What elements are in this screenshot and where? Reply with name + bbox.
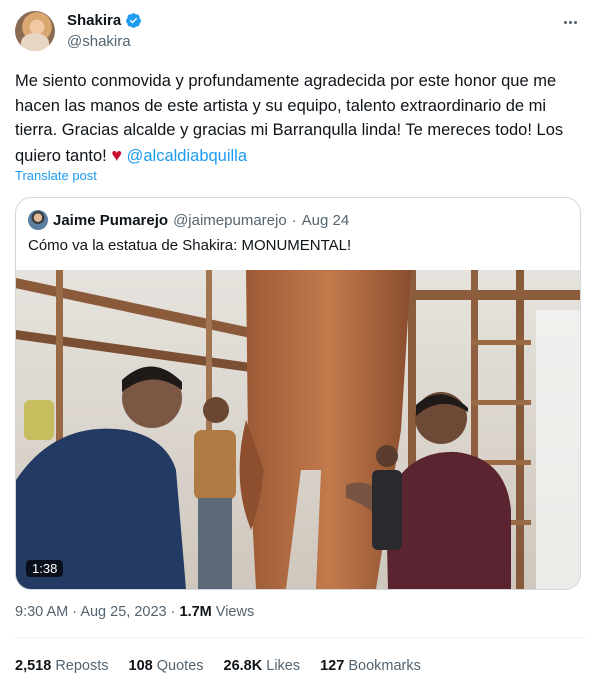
quotes-stat[interactable]: 108 Quotes [129, 658, 204, 674]
quotes-label: Quotes [156, 658, 204, 674]
author-name-row: Shakira [67, 12, 142, 29]
tweet-meta: 9:30 AM · Aug 25, 2023 · 1.7M Views [15, 604, 254, 620]
video-duration-badge: 1:38 [26, 560, 64, 577]
quotes-count: 108 [128, 658, 153, 674]
bookmarks-count: 127 [320, 658, 345, 674]
author-avatar[interactable] [15, 11, 55, 51]
reposts-count: 2,518 [15, 658, 52, 674]
video-player[interactable]: 1:38 [16, 270, 580, 589]
views-label: Views [215, 604, 255, 620]
tweet-header: Shakira @shakira [15, 11, 585, 53]
likes-count: 26.8K [223, 658, 263, 674]
reposts-label: Reposts [55, 658, 109, 674]
quoted-separator: · [291, 211, 297, 229]
meta-separator: · [72, 604, 78, 620]
video-thumbnail [16, 270, 580, 589]
verified-badge-icon [126, 13, 142, 28]
quoted-author-avatar [28, 210, 48, 230]
quoted-date: Aug 24 [301, 211, 350, 229]
reposts-stat[interactable]: 2,518 Reposts [15, 658, 109, 674]
tweet-text: Me siento conmovida y profundamente agra… [15, 69, 580, 168]
meta-separator-2: · [170, 604, 176, 620]
quoted-tweet-card[interactable]: Jaime Pumarejo @jaimepumarejo · Aug 24 C… [15, 197, 581, 590]
quoted-author-name: Jaime Pumarejo [53, 211, 169, 229]
likes-stat[interactable]: 26.8K Likes [224, 658, 301, 674]
quoted-author-handle: @jaimepumarejo [173, 211, 287, 229]
mention-link[interactable]: @alcaldiabquilla [127, 147, 247, 165]
author-display-name[interactable]: Shakira [67, 12, 121, 29]
tweet-time[interactable]: 9:30 AM [15, 604, 68, 620]
engagement-stats: 2,518 Reposts 108 Quotes 26.8K Likes 127… [15, 658, 421, 674]
views-count: 1.7M [179, 604, 212, 620]
quoted-tweet-text: Cómo va la estatua de Shakira: MONUMENTA… [28, 237, 352, 254]
divider [15, 637, 585, 638]
bookmarks-label: Bookmarks [348, 658, 421, 674]
more-options-icon[interactable] [559, 13, 581, 31]
tweet-body-text: Me siento conmovida y profundamente agra… [15, 72, 564, 165]
heart-emoji-icon: ♥ [111, 144, 123, 165]
translate-post-link[interactable]: Translate post [15, 168, 97, 183]
bookmarks-stat[interactable]: 127 Bookmarks [320, 658, 421, 674]
author-handle[interactable]: @shakira [67, 33, 131, 50]
quoted-tweet-header: Jaime Pumarejo @jaimepumarejo · Aug 24 [28, 210, 349, 230]
tweet-date[interactable]: Aug 25, 2023 [80, 604, 166, 620]
likes-label: Likes [266, 658, 301, 674]
